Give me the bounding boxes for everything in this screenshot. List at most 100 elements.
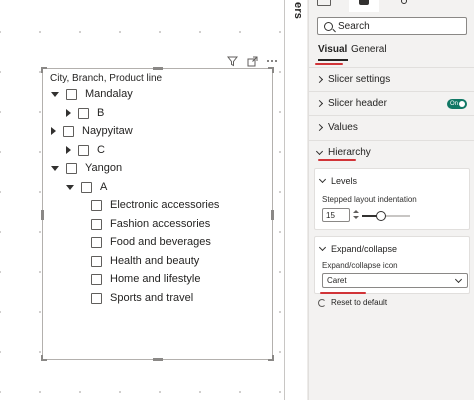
format-pane: Search Visual General Slicer settings Sl… (308, 0, 474, 400)
section-values[interactable]: Values (309, 115, 474, 139)
tree-item-health-and-beauty[interactable]: Health and beauty (91, 252, 199, 270)
annotation-underline-caret (320, 292, 366, 294)
resize-handle-bottom-right[interactable] (268, 355, 274, 361)
slicer-title: City, Branch, Product line (50, 73, 163, 84)
levels-header[interactable]: Levels (318, 175, 358, 186)
reset-label: Reset to default (331, 298, 388, 307)
caret-down-icon[interactable] (66, 185, 74, 190)
resize-handle-right[interactable] (271, 210, 274, 220)
filter-icon[interactable] (226, 55, 238, 67)
expand-collapse-icon-select[interactable]: Caret (322, 273, 468, 288)
collapsed-filters-pane[interactable]: ers (288, 0, 308, 400)
resize-handle-bottom[interactable] (153, 358, 163, 361)
more-options-icon[interactable] (266, 55, 278, 67)
reset-icon (318, 298, 326, 307)
report-canvas: City, Branch, Product line Mandalay B Na… (0, 0, 284, 400)
section-slicer-settings[interactable]: Slicer settings (309, 67, 474, 91)
caret-down-icon[interactable] (51, 166, 59, 171)
slicer-header-toggle[interactable]: On (447, 99, 467, 109)
tree-item-home-and-lifestyle[interactable]: Home and lifestyle (91, 270, 201, 288)
expand-collapse-card: Expand/collapse Expand/collapse icon Car… (314, 236, 470, 294)
pane-top-tabs (309, 0, 474, 12)
tree-item-label: Yangon (85, 162, 123, 174)
build-visual-icon[interactable] (317, 0, 331, 6)
tree-item-label: Home and lifestyle (110, 273, 201, 285)
indent-slider-thumb[interactable] (376, 211, 387, 221)
caret-right-icon[interactable] (66, 109, 71, 117)
tree-item-label: Sports and travel (110, 292, 194, 304)
expand-collapse-header[interactable]: Expand/collapse (318, 243, 397, 254)
chevron-down-icon (318, 243, 327, 252)
checkbox[interactable] (66, 88, 77, 100)
tree-item-sports-and-travel[interactable]: Sports and travel (91, 289, 193, 307)
caret-right-icon[interactable] (66, 146, 71, 154)
resize-handle-bottom-left[interactable] (41, 355, 47, 361)
tree-item-b[interactable]: B (66, 104, 104, 122)
search-input[interactable]: Search (317, 17, 467, 35)
tree-item-a[interactable]: A (66, 178, 107, 196)
tree-item-naypyitaw[interactable]: Naypyitaw (51, 122, 133, 140)
section-label: Hierarchy (328, 147, 371, 158)
tree-item-label: Fashion accessories (110, 218, 211, 230)
tree-item-electronic-accessories[interactable]: Electronic accessories (91, 196, 219, 214)
tab-visual[interactable]: Visual (318, 44, 347, 55)
tree-item-label: A (100, 181, 108, 193)
stepper-down-icon[interactable] (353, 216, 359, 219)
checkbox[interactable] (91, 273, 102, 285)
toggle-label: On (450, 101, 459, 107)
section-slicer-header[interactable]: Slicer header On (309, 91, 474, 115)
active-tab-underline (318, 59, 348, 61)
tree-item-label: Electronic accessories (110, 199, 220, 211)
tree-item-yangon[interactable]: Yangon (51, 159, 122, 177)
tree-item-c[interactable]: C (66, 141, 105, 159)
annotation-underline-visual (315, 63, 343, 65)
checkbox[interactable] (78, 144, 89, 156)
resize-handle-top-right[interactable] (268, 67, 274, 73)
checkbox[interactable] (63, 125, 74, 137)
tab-general[interactable]: General (351, 44, 387, 55)
chevron-down-icon (315, 147, 324, 155)
indent-label: Stepped layout indentation (322, 195, 417, 204)
search-icon (324, 21, 333, 31)
select-value: Caret (327, 276, 347, 285)
tree-item-label: Mandalay (85, 88, 133, 100)
indent-value: 15 (326, 210, 335, 220)
checkbox[interactable] (78, 107, 89, 119)
analytics-icon[interactable] (401, 0, 407, 4)
tree-item-label: Food and beverages (110, 236, 211, 248)
checkbox[interactable] (91, 255, 102, 267)
checkbox[interactable] (91, 218, 102, 230)
caret-right-icon[interactable] (51, 127, 56, 135)
format-visual-icon[interactable] (359, 0, 369, 5)
chevron-down-icon (318, 175, 327, 184)
reset-to-default-button[interactable]: Reset to default (318, 298, 387, 307)
checkbox[interactable] (91, 236, 102, 248)
hierarchy-slicer-visual[interactable]: City, Branch, Product line Mandalay B Na… (41, 67, 274, 361)
chevron-right-icon (315, 123, 324, 132)
section-label: Slicer header (328, 98, 387, 109)
checkbox[interactable] (81, 181, 92, 193)
checkbox[interactable] (91, 199, 102, 211)
caret-down-icon[interactable] (51, 92, 59, 97)
tree-item-fashion-accessories[interactable]: Fashion accessories (91, 215, 210, 233)
indent-stepper[interactable] (353, 210, 359, 220)
resize-handle-left[interactable] (41, 210, 44, 220)
toggle-knob (459, 101, 465, 107)
tree-item-food-and-beverages[interactable]: Food and beverages (91, 233, 211, 251)
levels-title: Levels (331, 176, 358, 186)
indent-number-input[interactable]: 15 (322, 208, 350, 222)
tree-item-label: Health and beauty (110, 255, 200, 267)
search-placeholder: Search (338, 20, 370, 32)
focus-mode-icon[interactable] (246, 55, 258, 67)
visual-header-toolbar (226, 55, 278, 67)
resize-handle-top[interactable] (153, 67, 163, 70)
collapsed-pane-label: ers (292, 2, 304, 20)
chevron-right-icon (315, 75, 324, 84)
resize-handle-top-left[interactable] (41, 67, 47, 73)
chevron-right-icon (315, 99, 324, 108)
tree-item-mandalay[interactable]: Mandalay (51, 85, 133, 103)
checkbox[interactable] (66, 162, 77, 174)
checkbox[interactable] (91, 292, 102, 304)
section-label: Values (328, 122, 358, 133)
stepper-up-icon[interactable] (353, 210, 359, 213)
